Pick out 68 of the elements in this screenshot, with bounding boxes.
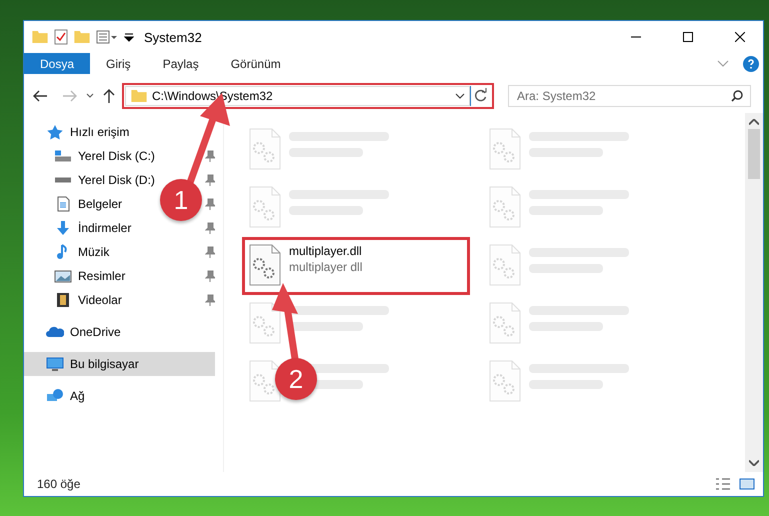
faded-file-icon: [489, 360, 521, 402]
pin-icon[interactable]: [205, 174, 215, 186]
ribbon-tab[interactable]: Giriş: [90, 53, 147, 74]
pin-icon[interactable]: [205, 198, 215, 210]
star-icon: [46, 124, 64, 140]
window-title: System32: [144, 30, 203, 44]
back-arrow-icon[interactable]: [32, 89, 48, 103]
cloud-icon: [46, 324, 64, 340]
film-icon: [54, 292, 72, 308]
sidebar-item[interactable]: Belgeler: [24, 192, 126, 216]
sidebar-item[interactable]: Videolar: [24, 288, 126, 312]
up-arrow-icon[interactable]: [102, 88, 116, 104]
pin-icon[interactable]: [205, 150, 215, 162]
close-icon[interactable]: [735, 32, 745, 42]
sidebar-item[interactable]: Hızlı erişim: [24, 120, 215, 144]
picture-icon: [54, 268, 72, 284]
pin-icon[interactable]: [205, 246, 215, 258]
ribbon-tab[interactable]: Paylaş: [146, 53, 215, 74]
scrollbar[interactable]: [745, 113, 763, 472]
sidebar-item[interactable]: OneDrive: [24, 320, 215, 344]
faded-file-icon: [249, 128, 281, 170]
file-type: multiplayer dll: [289, 260, 362, 274]
maximize-icon[interactable]: [683, 32, 693, 42]
file-tile[interactable]: multiplayer.dll multiplayer dll: [242, 237, 470, 295]
scrollbar-thumb[interactable]: [748, 129, 760, 179]
monitor-icon: [46, 356, 64, 372]
ribbon-tab[interactable]: Görünüm: [214, 53, 297, 74]
search-icon[interactable]: [731, 90, 743, 102]
faded-file-icon: [249, 186, 281, 228]
faded-file-icon: [489, 186, 521, 228]
file-gear-icon: [249, 244, 281, 286]
details-view-icon[interactable]: [715, 477, 731, 491]
ribbon-tab[interactable]: Dosya: [24, 53, 90, 74]
faded-file-icon: [249, 302, 281, 344]
sidebar-item[interactable]: İndirmeler: [24, 216, 136, 240]
pin-icon[interactable]: [205, 294, 215, 306]
help-icon[interactable]: [743, 56, 759, 72]
search-field[interactable]: Ara: System32: [508, 85, 751, 107]
folder-icon: [131, 90, 147, 102]
large-icons-view-icon[interactable]: [739, 477, 755, 491]
item-count: 160 öğe: [37, 477, 82, 491]
folder-icon: [74, 31, 90, 43]
drive-icon: [54, 150, 72, 162]
dropdown-icon[interactable]: [124, 32, 134, 42]
scroll-down-icon[interactable]: [749, 460, 759, 466]
chevron-down-icon[interactable]: [86, 93, 94, 99]
file-name: multiplayer.dll: [289, 244, 362, 258]
sidebar-item[interactable]: Müzik: [24, 240, 114, 264]
pin-icon[interactable]: [205, 270, 215, 282]
faded-file-icon: [489, 244, 521, 286]
chevron-down-icon[interactable]: [455, 93, 465, 99]
scroll-up-icon[interactable]: [749, 119, 759, 125]
network-icon: [46, 388, 64, 404]
download-icon: [54, 220, 72, 236]
faded-file-icon: [489, 302, 521, 344]
minimize-icon[interactable]: [631, 36, 641, 38]
sidebar-item[interactable]: Yerel Disk (D:): [24, 168, 159, 192]
sidebar-item[interactable]: Resimler: [24, 264, 130, 288]
pin-icon[interactable]: [205, 222, 215, 234]
faded-file-icon: [249, 360, 281, 402]
faded-file-icon: [489, 128, 521, 170]
sidebar-item[interactable]: Ağ: [24, 384, 215, 408]
sidebar-item[interactable]: Yerel Disk (C:): [24, 144, 159, 168]
properties-icon[interactable]: [96, 30, 118, 44]
drive-icon: [54, 177, 72, 183]
checklist-icon[interactable]: [54, 29, 68, 45]
folder-icon: [32, 31, 48, 43]
sidebar-item[interactable]: Bu bilgisayar: [24, 352, 215, 376]
